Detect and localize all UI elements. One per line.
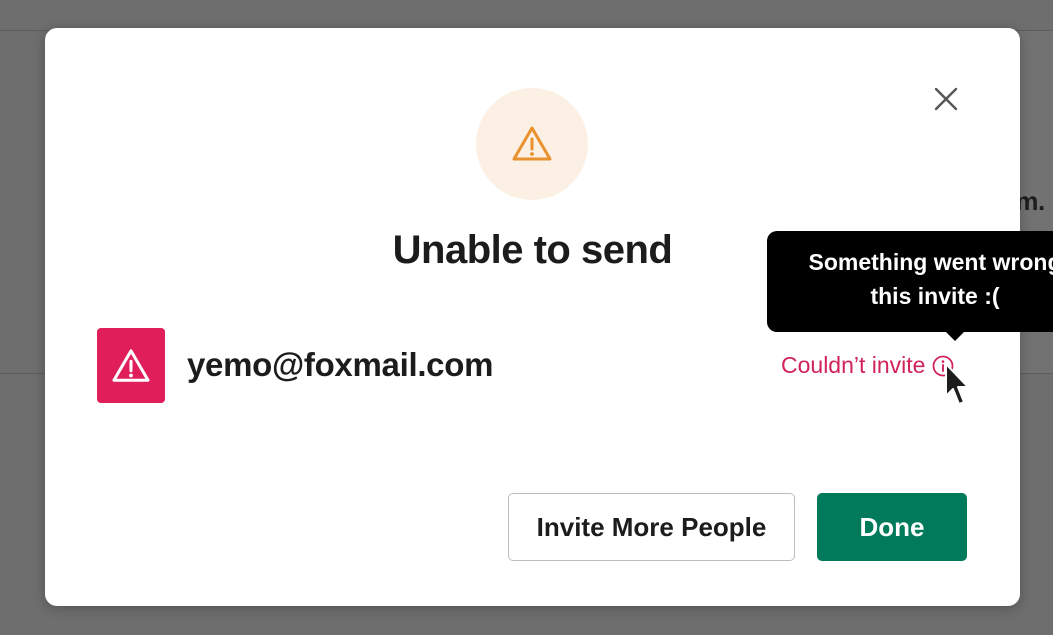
- warning-triangle-icon: [512, 126, 552, 161]
- close-icon: [934, 87, 958, 111]
- warning-triangle-icon: [112, 348, 150, 382]
- invite-more-people-button[interactable]: Invite More People: [508, 493, 795, 561]
- tooltip-line-1: Something went wrong: [808, 249, 1053, 275]
- invite-status-label: Couldn’t invite: [781, 352, 926, 378]
- recipient-error-badge: [97, 328, 165, 403]
- error-tooltip: Something went wrong this invite :(: [767, 231, 1053, 332]
- close-button[interactable]: [929, 82, 963, 116]
- recipient-email: yemo@foxmail.com: [187, 346, 494, 383]
- tooltip-arrow: [944, 330, 966, 341]
- tooltip-line-2: this invite :(: [870, 283, 1000, 309]
- invite-status[interactable]: Couldn’t invite: [781, 352, 955, 379]
- warning-badge: [476, 88, 588, 200]
- mouse-cursor-icon: [945, 363, 969, 405]
- done-button[interactable]: Done: [817, 493, 967, 561]
